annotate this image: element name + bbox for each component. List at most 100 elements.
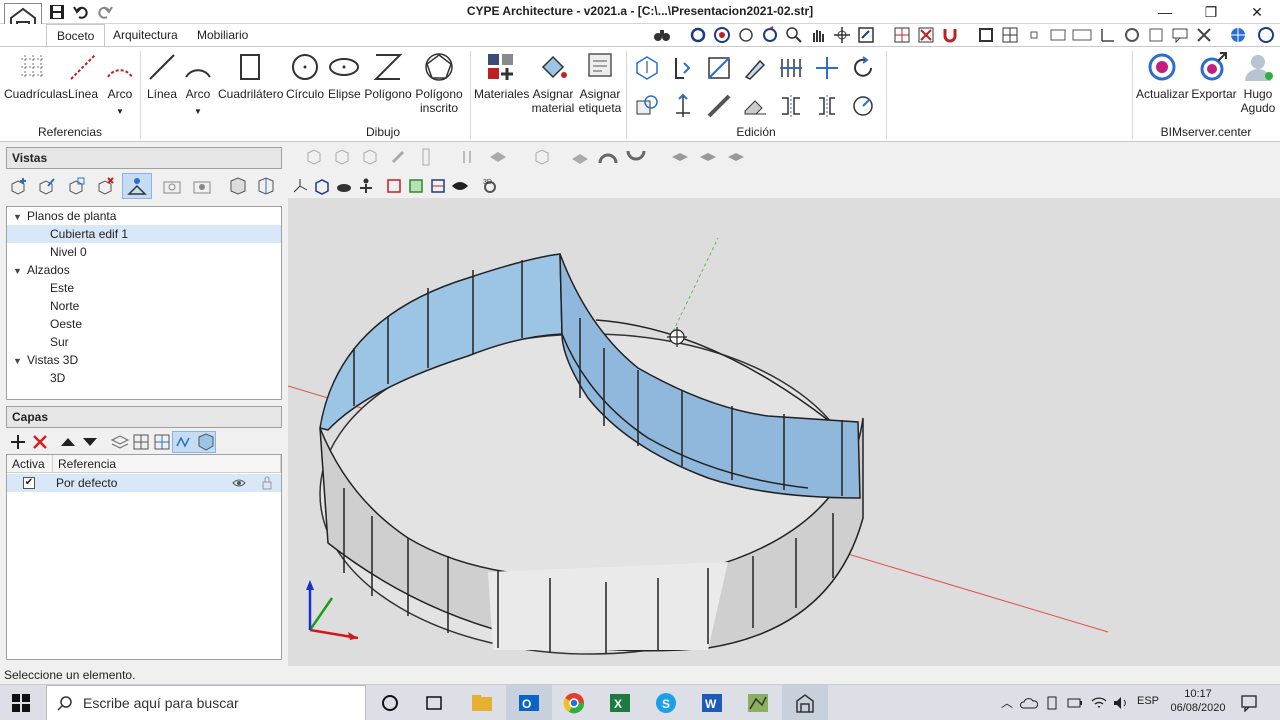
eye-icon[interactable] [232,477,246,489]
layer-split-icon[interactable] [152,432,172,452]
expand-arrow-icon[interactable]: ▼ [13,262,23,280]
move-up-icon[interactable] [58,432,78,452]
binoculars-icon[interactable] [652,24,672,46]
stretch-icon[interactable] [670,93,696,119]
layer-stack-icon[interactable] [110,432,130,452]
plane-2-icon[interactable] [698,147,718,167]
copy-icon[interactable] [634,93,660,119]
globe-icon[interactable] [1228,24,1248,46]
volume-icon[interactable] [1112,695,1130,711]
chevron-down-icon[interactable]: ▼ [104,105,136,119]
mirror-icon[interactable] [778,93,804,119]
add-layer-icon[interactable] [8,432,28,452]
tree-item-sur[interactable]: Sur [7,333,281,351]
col-referencia[interactable]: Referencia [53,455,281,473]
mirror-copy-icon[interactable] [814,93,840,119]
layout-icon[interactable] [1048,24,1068,46]
file-explorer-icon[interactable] [470,691,494,715]
trim-icon[interactable] [706,55,732,81]
single-view-icon[interactable] [976,24,996,46]
excel-icon[interactable]: X [608,691,632,715]
ref-arco-button[interactable]: Arco ▼ [104,51,136,119]
arco-button[interactable]: Arco ▼ [182,51,214,119]
model-canvas[interactable] [288,198,1280,666]
tree-item-nivel0[interactable]: Nivel 0 [7,243,281,261]
pencil-icon[interactable] [742,55,768,81]
pan-hand-icon[interactable] [808,24,828,46]
notifications-icon[interactable] [1240,694,1258,712]
cortana-icon[interactable] [378,691,402,715]
tree-item-3d[interactable]: 3D [7,369,281,387]
plane-1-icon[interactable] [670,147,690,167]
word-icon[interactable]: W [700,691,724,715]
magnet-icon[interactable] [940,24,960,46]
view-iso-3-icon[interactable] [360,147,380,167]
layers-view-icon[interactable] [1146,24,1166,46]
redraw-icon[interactable] [1122,24,1142,46]
solid-box-icon[interactable] [312,176,332,196]
power-icon[interactable] [1066,695,1084,711]
view-top-icon[interactable] [488,147,508,167]
view-iso-2-icon[interactable] [332,147,352,167]
delete-layer-icon[interactable] [30,432,50,452]
asignar-material-button[interactable]: Asignar material [530,51,576,115]
onedrive-icon[interactable] [1020,696,1038,710]
layer-active-checkbox[interactable]: ✔ [23,477,35,489]
skype-icon[interactable]: S [654,691,678,715]
close-button[interactable]: ✕ [1234,0,1280,24]
poligono-button[interactable]: Polígono [364,51,412,101]
floor-plane-icon[interactable] [570,147,590,167]
lock-icon[interactable] [261,476,273,490]
circulo-button[interactable]: Círculo [286,51,324,101]
tab-boceto[interactable]: Boceto [46,24,106,46]
exportar-button[interactable]: Exportar [1190,51,1238,101]
section-icon[interactable] [428,176,448,196]
poligono-inscrito-button[interactable]: Polígono inscrito [414,51,464,115]
cuadriculas-button[interactable]: Cuadrículas [4,51,68,101]
col-activa[interactable]: Activa [7,455,53,473]
tab-mobiliario[interactable]: Mobiliario [187,24,258,46]
actualizar-button[interactable]: Actualizar [1136,51,1189,101]
rotate-copy-icon[interactable] [850,93,876,119]
small-view-icon[interactable] [1024,24,1044,46]
move-icon[interactable] [814,55,840,81]
curve-icon[interactable] [626,147,646,167]
user-button[interactable]: Hugo Agudo [1240,51,1276,115]
axes-icon[interactable] [290,176,310,196]
camera-settings-icon[interactable] [192,176,212,196]
measure-icon[interactable] [706,93,732,119]
tree-item-cubierta[interactable]: Cubierta edif 1 [7,225,281,243]
arch-icon[interactable] [598,147,618,167]
delete-view-icon[interactable] [95,176,115,196]
task-view-icon[interactable] [422,691,446,715]
view-column-icon[interactable] [416,147,436,167]
windows-start-icon[interactable] [12,694,30,712]
eraser-icon[interactable] [742,93,768,119]
active-view-toggle[interactable] [122,173,152,199]
view-cube-icon[interactable] [532,147,552,167]
help-icon[interactable] [1256,24,1276,46]
dimension-icon[interactable] [1098,24,1118,46]
array-icon[interactable] [778,55,804,81]
move-3d-icon[interactable] [634,55,660,81]
tools-icon[interactable] [1194,24,1214,46]
outlook-taskbar-item[interactable]: O [506,685,552,720]
multi-view-icon[interactable] [1000,24,1020,46]
snap-toggle-icon[interactable] [916,24,936,46]
fit-view-icon[interactable] [856,24,876,46]
materiales-button[interactable]: Materiales [474,51,529,101]
layer-grid-icon[interactable] [131,432,151,452]
comment-icon[interactable] [1170,24,1190,46]
restore-button[interactable]: ❐ [1188,0,1234,24]
ref-linea-button[interactable]: Línea [66,51,100,101]
tree-node-alzados[interactable]: ▼ Alzados [7,261,281,279]
map-app-icon[interactable] [746,691,770,715]
edit-view-icon[interactable] [36,176,56,196]
language-indicator[interactable]: ESP [1136,695,1160,720]
wifi-icon[interactable] [1090,695,1108,711]
orbit-icon[interactable] [712,24,732,46]
view-iso-4-icon[interactable] [388,147,408,167]
move-view-icon[interactable] [832,24,852,46]
layer-filter-toggle[interactable] [172,431,216,453]
layer-row[interactable]: ✔ Por defecto [7,474,281,492]
